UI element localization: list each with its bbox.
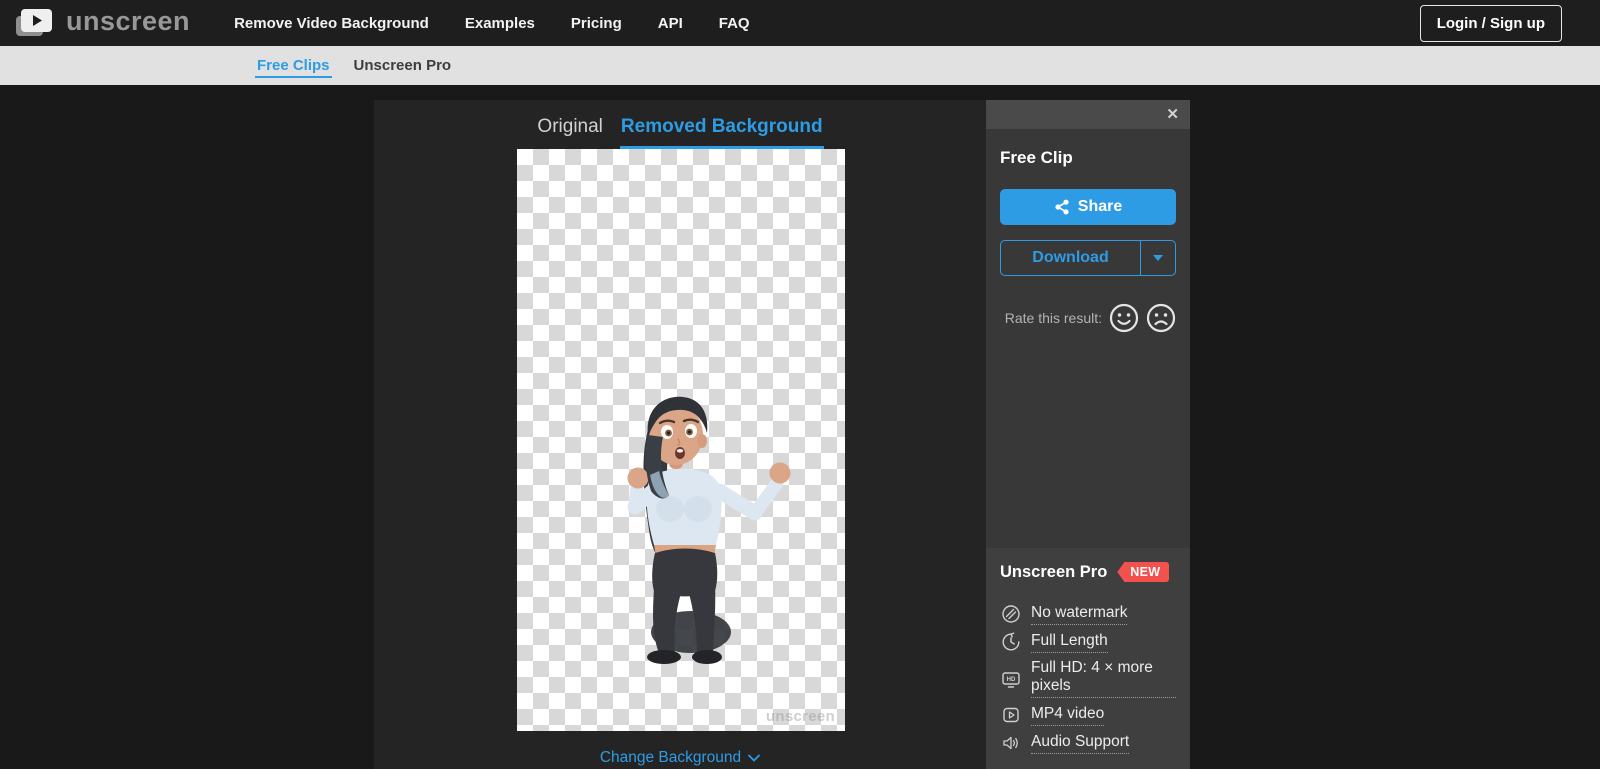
smiley-face-icon [1109,303,1139,333]
download-split-button: Download [1000,240,1176,276]
pro-title-row: Unscreen Pro NEW [1000,562,1176,582]
result-sidebar: ✕ Free Clip Share Download Rate this res… [986,100,1190,769]
subnav-free-clips[interactable]: Free Clips [255,53,332,78]
share-button[interactable]: Share [1000,189,1176,225]
main-nav: Remove Video Background Examples Pricing… [234,15,750,32]
preview-tabs: Original Removed Background [374,114,986,149]
nav-pricing[interactable]: Pricing [571,15,622,32]
top-navbar: unscreen Remove Video Background Example… [0,0,1600,46]
pro-feature-list: No watermark Full Length HD Full HD: 4 ×… [1000,603,1176,754]
rate-negative-button[interactable] [1146,303,1176,333]
rate-result-row: Rate this result: [1000,303,1176,333]
sidebar-header: ✕ [986,100,1190,129]
share-label: Share [1077,198,1123,215]
close-icon[interactable]: ✕ [1166,107,1179,122]
unscreen-logo-icon [16,9,52,36]
download-options-button[interactable] [1140,241,1175,275]
download-label: Download [1032,249,1109,266]
unscreen-app: unscreen Remove Video Background Example… [0,0,1600,769]
video-character [627,396,791,664]
hd-monitor-icon: HD [1002,671,1020,688]
nav-remove-video-background[interactable]: Remove Video Background [234,15,429,32]
change-background-link[interactable]: Change Background [374,749,986,767]
no-watermark-icon [1002,605,1020,623]
rate-result-label: Rate this result: [1004,310,1102,326]
brand-name: unscreen [66,5,191,36]
clip-type-title: Free Clip [1000,148,1073,167]
sidebar-body: Free Clip Share Download Rate this resul… [986,129,1190,333]
download-button[interactable]: Download [1001,241,1140,275]
unscreen-logo[interactable]: unscreen [14,7,190,39]
chevron-down-icon [748,754,761,762]
unscreen-pro-promo: Unscreen Pro NEW No watermark Full Lengt… [986,548,1190,769]
feature-no-watermark: No watermark [1000,603,1176,625]
video-watermark: unscreen [765,708,835,725]
feature-audio-support: Audio Support [1000,732,1176,754]
caret-down-icon [1153,255,1163,261]
login-signup-button[interactable]: Login / Sign up [1419,4,1562,42]
feature-full-hd: HD Full HD: 4 × more pixels [1000,659,1176,698]
share-icon [1055,199,1069,215]
frowny-face-icon [1146,303,1176,333]
nav-examples[interactable]: Examples [465,15,535,32]
tab-original[interactable]: Original [536,114,603,149]
feature-mp4-video: MP4 video [1000,704,1176,726]
rate-positive-button[interactable] [1109,303,1139,333]
pro-title: Unscreen Pro [1000,562,1108,581]
svg-text:HD: HD [1007,677,1016,683]
feature-full-length: Full Length [1000,631,1176,653]
result-preview-panel: Original Removed Background unscreen Cha… [374,100,986,769]
clock-icon [1002,632,1020,651]
video-preview-transparent[interactable]: unscreen [517,149,845,731]
speaker-icon [1003,736,1018,750]
tab-removed-background[interactable]: Removed Background [619,114,824,149]
page-background: Original Removed Background unscreen Cha… [0,85,1600,769]
nav-faq[interactable]: FAQ [719,15,750,32]
sub-navbar: Free Clips Unscreen Pro [0,37,1600,85]
play-square-icon [1003,707,1019,723]
nav-api[interactable]: API [658,15,683,32]
new-badge: NEW [1117,562,1170,582]
subnav-unscreen-pro[interactable]: Unscreen Pro [352,53,454,78]
change-background-label: Change Background [599,749,742,766]
